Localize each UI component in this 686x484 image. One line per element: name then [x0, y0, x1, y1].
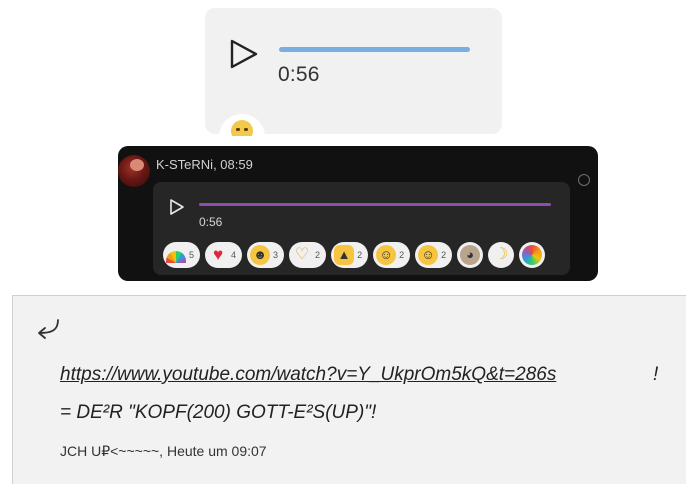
- message-meta: JCH U₽<~~~~~, Heute um 09:07: [60, 443, 267, 459]
- link-suffix: !: [653, 364, 659, 385]
- play-icon[interactable]: [168, 198, 186, 216]
- reaction-pill[interactable]: 5: [163, 242, 201, 268]
- voice-progress-track[interactable]: [199, 203, 551, 206]
- rainbow-icon: [166, 251, 186, 263]
- voice-progress-track[interactable]: [279, 47, 470, 52]
- heart-icon: ♥: [212, 245, 224, 264]
- reaction-pill[interactable]: ☽: [488, 242, 515, 268]
- play-icon[interactable]: [228, 38, 260, 70]
- reaction-pill[interactable]: ☺ 2: [415, 242, 453, 268]
- heart-hands-icon: ♡: [294, 246, 310, 263]
- reaction-count: 3: [273, 250, 279, 260]
- voice-duration: 0:56: [199, 215, 223, 229]
- thumbs-up-icon: ▲: [334, 245, 355, 265]
- reaction-pill[interactable]: [519, 242, 546, 268]
- reaction-count: 2: [315, 250, 321, 260]
- voice-duration: 0:56: [278, 63, 320, 86]
- tongue-face-icon: ☺: [376, 245, 397, 265]
- reaction-bar: 5 ♥ 4 ☻ 3 ♡ 2 ▲ 2 ☺ 2 ☺ 2 ◕ ☽: [163, 242, 546, 270]
- options-icon[interactable]: [578, 174, 590, 186]
- reaction-pill[interactable]: ☺ 2: [373, 242, 411, 268]
- reaction-pill[interactable]: ☻ 3: [247, 242, 285, 268]
- reaction-badge[interactable]: [219, 114, 265, 136]
- sun-emoji-icon: [231, 120, 253, 136]
- reaction-pill[interactable]: ▲ 2: [331, 242, 369, 268]
- message-text: = DE²R "KOPF(200) GOTT-E²S(UP)"!: [60, 402, 377, 423]
- grinning-icon: ☺: [418, 245, 439, 265]
- colorful-circle-icon: [522, 245, 543, 265]
- youtube-link[interactable]: https://www.youtube.com/watch?v=Y_UkprOm…: [60, 364, 556, 386]
- avatar[interactable]: [118, 155, 150, 187]
- reaction-pill[interactable]: ♡ 2: [289, 242, 327, 268]
- moon-icon: ☽: [493, 246, 509, 263]
- reaction-count: 4: [231, 250, 237, 260]
- laughing-icon: ☻: [250, 245, 271, 265]
- reaction-count: 2: [357, 250, 363, 260]
- reaction-pill[interactable]: ◕: [457, 242, 484, 268]
- reaction-count: 2: [441, 250, 447, 260]
- cat-face-icon: ◕: [460, 245, 481, 265]
- reaction-count: 5: [189, 250, 195, 260]
- reply-arrow-icon[interactable]: [32, 318, 62, 340]
- reaction-pill[interactable]: ♥ 4: [205, 242, 243, 268]
- reaction-count: 2: [399, 250, 405, 260]
- message-author-time: K-STeRNi, 08:59: [156, 157, 253, 172]
